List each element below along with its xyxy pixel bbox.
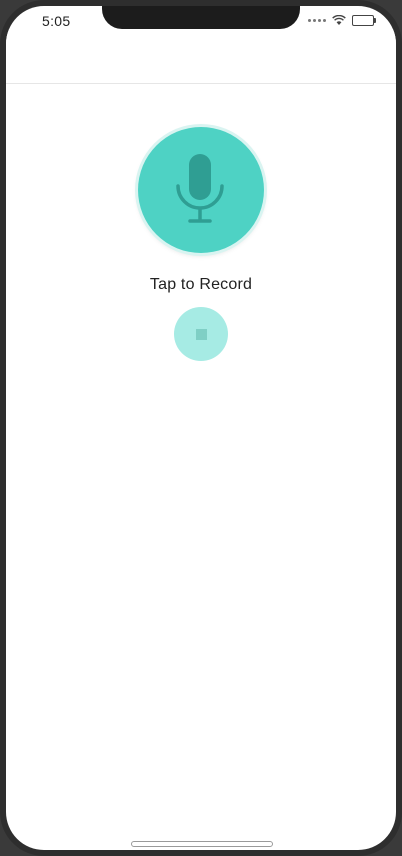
wifi-icon xyxy=(332,15,346,25)
phone-frame: 5:05 Tap to Record xyxy=(0,0,402,856)
microphone-icon xyxy=(176,154,224,223)
status-icons xyxy=(308,15,376,26)
stop-icon xyxy=(195,328,207,340)
navigation-bar xyxy=(6,29,396,84)
record-label: Tap to Record xyxy=(149,276,253,293)
screen: 5:05 Tap to Record xyxy=(6,6,396,850)
notch xyxy=(102,6,300,29)
stop-button[interactable] xyxy=(174,307,228,361)
status-time: 5:05 xyxy=(42,13,71,29)
battery-icon xyxy=(352,15,376,26)
home-indicator[interactable] xyxy=(131,841,273,847)
record-button[interactable] xyxy=(138,127,264,253)
signal-dots-icon xyxy=(308,19,326,22)
